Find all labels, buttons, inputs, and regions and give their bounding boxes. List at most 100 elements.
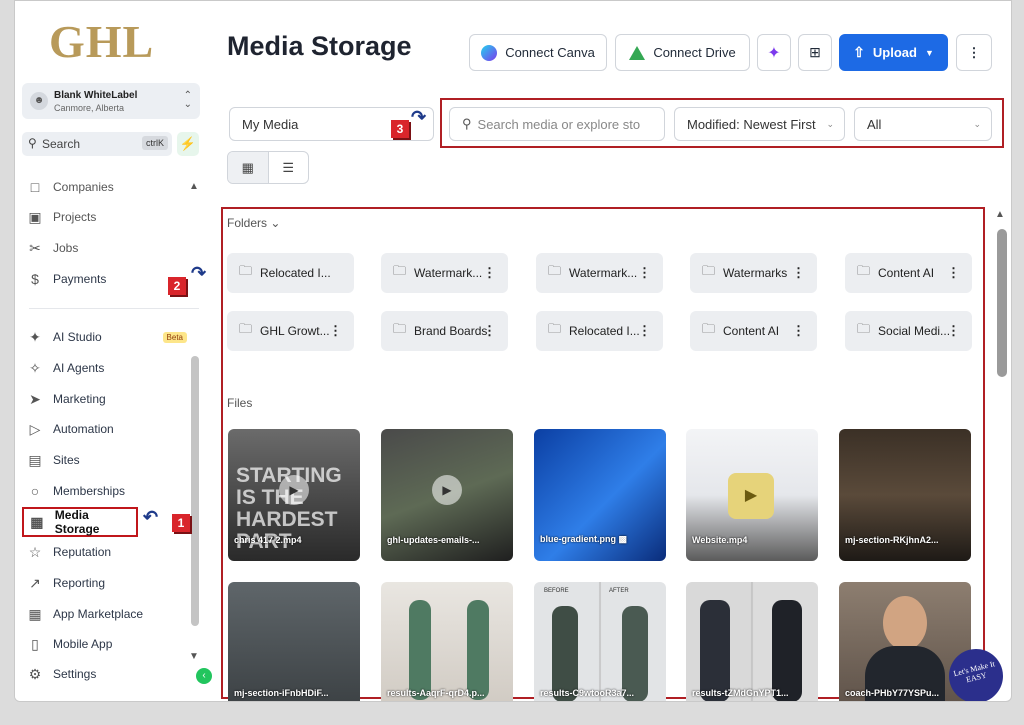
kebab-icon[interactable]: ⋮ <box>638 323 651 339</box>
scroll-up-icon[interactable]: ▲ <box>189 181 199 192</box>
sidebar-item-reporting[interactable]: ↗ Reporting <box>25 570 195 596</box>
folder-item[interactable]: 🗀 Brand Boards ⋮ <box>381 311 508 351</box>
folder-icon: 🗀 <box>239 321 253 336</box>
after-label: AFTER <box>609 588 629 594</box>
connect-canva-button[interactable]: Connect Canva <box>469 34 607 71</box>
sidebar-item-companies[interactable]: □ Companies <box>25 174 195 200</box>
file-card[interactable]: BEFORE AFTER results-C9wtooR3a7... <box>534 582 666 701</box>
annotation-marker-1: 1 <box>172 514 190 532</box>
briefcase-icon: ▣ <box>28 209 42 225</box>
sidebar-item-memberships[interactable]: ○ Memberships <box>25 478 195 504</box>
sidebar-item-media-storage[interactable]: ▦ Media Storage <box>22 507 138 537</box>
trend-icon: ↗ <box>29 575 41 591</box>
search-icon: ⚲ <box>28 136 37 150</box>
file-card[interactable]: mj-section-RKjhnA2... <box>839 429 971 561</box>
folder-item[interactable]: 🗀 Watermark... ⋮ <box>536 253 663 293</box>
folder-icon: 🗀 <box>702 321 716 336</box>
sidebar-item-ai-agents[interactable]: ✧ AI Agents <box>25 355 195 381</box>
more-options-button[interactable]: ⋮ <box>956 34 992 71</box>
divider <box>29 308 199 309</box>
person-figure <box>700 600 730 701</box>
image-icon: ▦ <box>30 514 44 530</box>
file-card[interactable]: mj-section-iFnbHDiF... <box>228 582 360 701</box>
file-card[interactable]: ▶ ghl-updates-emails-... <box>381 429 513 561</box>
account-switcher[interactable]: ☻ Blank WhiteLabel Canmore, Alberta ⌃ ⌄ <box>22 83 200 119</box>
folder-item[interactable]: 🗀 Content AI ⋮ <box>690 311 817 351</box>
kebab-icon[interactable]: ⋮ <box>947 265 960 281</box>
folder-item[interactable]: 🗀 Relocated I... ⋮ <box>536 311 663 351</box>
chevron-down-icon: ▼ <box>924 47 934 58</box>
sidebar-item-marketing[interactable]: ➤ Marketing <box>25 386 195 412</box>
kebab-icon[interactable]: ⋮ <box>792 265 805 281</box>
folder-item[interactable]: 🗀 Social Medi... ⋮ <box>845 311 972 351</box>
file-card[interactable]: blue-gradient.png ▩ <box>534 429 666 561</box>
kebab-icon: ⋮ <box>967 44 981 60</box>
file-name: Website.mp4 <box>692 535 748 545</box>
list-view-icon[interactable]: ☰ <box>269 152 309 183</box>
sidebar-item-sites[interactable]: ▤ Sites <box>25 447 195 473</box>
shortcut-badge: ctrlK <box>142 136 168 150</box>
scroll-down-icon[interactable]: ▼ <box>189 651 199 662</box>
file-name: mj-section-RKjhnA2... <box>845 535 939 545</box>
upload-button[interactable]: ⇧ Upload ▼ <box>839 34 948 71</box>
sidebar-item-automation[interactable]: ▷ Automation <box>25 416 195 442</box>
sidebar-item-reputation[interactable]: ☆ Reputation <box>25 539 195 565</box>
dollar-icon: $ <box>31 271 39 287</box>
kebab-icon[interactable]: ⋮ <box>483 265 496 281</box>
sidebar-search[interactable]: ⚲ Search ctrlK <box>22 132 172 156</box>
annotation-marker-2: 2 <box>168 277 186 295</box>
file-card[interactable]: STARTING IS THE HARDEST PART ▶ chris 417… <box>228 429 360 561</box>
sidebar-item-ai-studio[interactable]: ✦ AI Studio Beta <box>25 324 195 350</box>
phone-icon: ▯ <box>31 636 39 652</box>
chevron-down-icon: ⌄ <box>270 216 281 230</box>
file-name: mj-section-iFnbHDiF... <box>234 688 329 698</box>
folder-icon: 🗀 <box>702 263 716 278</box>
annotation-arrow-icon: ↷ <box>191 263 207 283</box>
search-input[interactable]: ⚲ Search media or explore sto <box>449 107 665 141</box>
folder-item[interactable]: 🗀 Watermarks ⋮ <box>690 253 817 293</box>
folder-icon: 🗀 <box>548 263 562 278</box>
file-card[interactable]: ▶ Website.mp4 <box>686 429 818 561</box>
sparkle-icon: ✧ <box>29 360 41 376</box>
annotation-arrow-icon: ↶ <box>143 507 159 527</box>
view-toggle: ▦ ☰ <box>227 151 309 184</box>
new-folder-button[interactable]: ⊞ <box>798 34 832 71</box>
kebab-icon[interactable]: ⋮ <box>638 265 651 281</box>
kebab-icon[interactable]: ⋮ <box>483 323 496 339</box>
folder-icon: 🗀 <box>239 263 253 278</box>
main-scrollbar[interactable] <box>997 229 1007 377</box>
file-card[interactable]: results-tZMdGnYPT1... <box>686 582 818 701</box>
file-name: results-AaqrF-qrD4.p... <box>387 688 485 698</box>
quick-action-bolt-icon[interactable]: ⚡ <box>177 132 199 156</box>
sidebar-scrollbar[interactable] <box>191 356 199 626</box>
annotation-marker-3: 3 <box>391 120 409 138</box>
folder-item[interactable]: 🗀 Relocated I... <box>227 253 354 293</box>
collapse-sidebar-icon[interactable]: ‹ <box>196 668 212 684</box>
sort-select[interactable]: Modified: Newest First ⌄ <box>674 107 845 141</box>
ai-sparkle-button[interactable]: ✦ <box>757 34 791 71</box>
person-figure <box>883 596 927 650</box>
sidebar-item-app-marketplace[interactable]: ▦ App Marketplace <box>25 601 195 627</box>
file-card[interactable]: results-AaqrF-qrD4.p... <box>381 582 513 701</box>
sparkle-icon: ✦ <box>767 44 781 62</box>
sidebar-item-mobile-app[interactable]: ▯ Mobile App <box>25 631 195 657</box>
play-circle-icon: ▷ <box>29 421 41 437</box>
kebab-icon[interactable]: ⋮ <box>329 323 342 339</box>
sidebar-item-jobs[interactable]: ✂ Jobs <box>25 235 195 261</box>
before-label: BEFORE <box>544 588 569 594</box>
kebab-icon[interactable]: ⋮ <box>792 323 805 339</box>
folder-item[interactable]: 🗀 Watermark... ⋮ <box>381 253 508 293</box>
folder-icon: 🗀 <box>857 263 871 278</box>
folder-icon: 🗀 <box>857 321 871 336</box>
scroll-up-icon[interactable]: ▲ <box>995 209 1005 220</box>
folders-header[interactable]: Folders ⌄ <box>227 216 280 230</box>
folder-item[interactable]: 🗀 Content AI ⋮ <box>845 253 972 293</box>
type-filter-select[interactable]: All ⌄ <box>854 107 992 141</box>
sidebar-item-settings[interactable]: ⚙ Settings <box>25 661 195 687</box>
folder-item[interactable]: 🗀 GHL Growt... ⋮ <box>227 311 354 351</box>
connect-drive-button[interactable]: Connect Drive <box>615 34 750 71</box>
grid-view-icon[interactable]: ▦ <box>228 152 269 183</box>
folder-plus-icon: ⊞ <box>809 44 821 60</box>
sidebar-item-projects[interactable]: ▣ Projects <box>25 204 195 230</box>
kebab-icon[interactable]: ⋮ <box>947 323 960 339</box>
